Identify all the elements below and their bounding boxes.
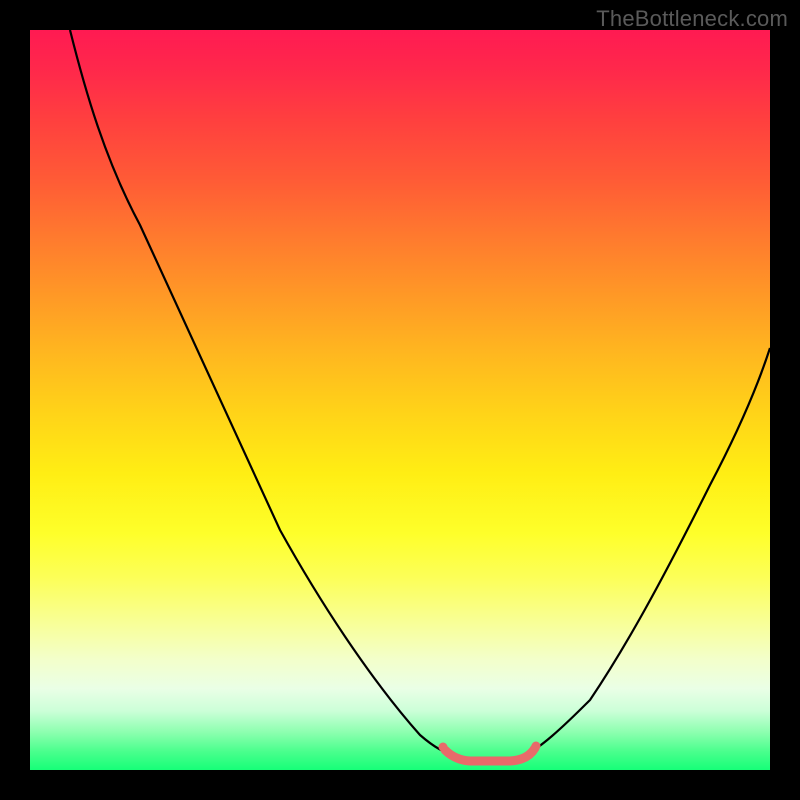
trough-marker [445,748,535,761]
curve-right-branch [525,348,770,755]
trough-marker-dot-left [439,743,448,752]
curve-left-branch [70,30,455,755]
curve-layer [30,30,770,770]
trough-marker-dot-right [532,742,541,751]
chart-plot-area [30,30,770,770]
watermark-text: TheBottleneck.com [596,6,788,32]
